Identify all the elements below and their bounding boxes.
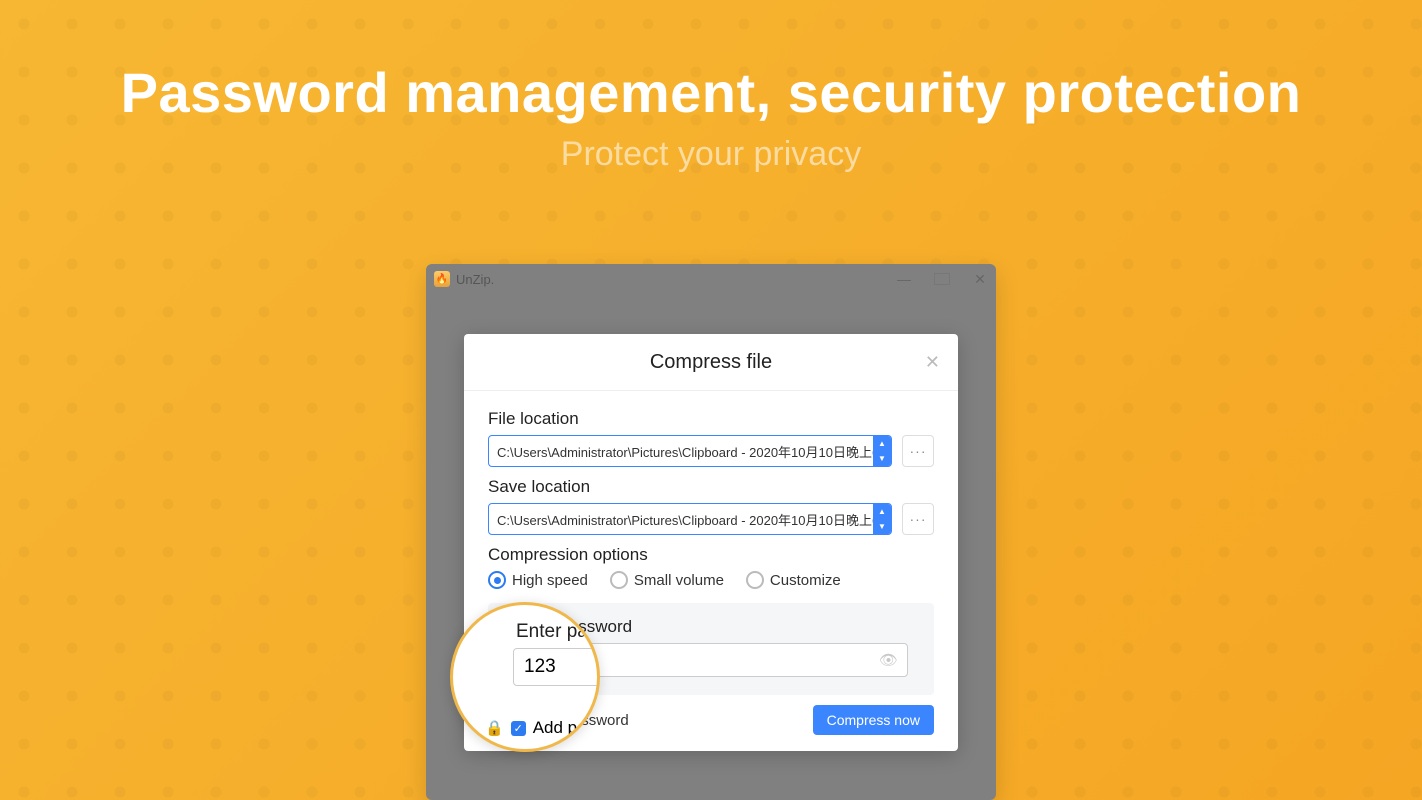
add-password-checkbox: ✓ [511, 721, 526, 736]
app-icon: 🔥 [434, 271, 450, 287]
dialog-title: Compress file [650, 351, 772, 374]
titlebar: 🔥 UnZip. — ✕ [426, 264, 996, 294]
file-location-label: File location [488, 409, 934, 429]
save-location-label: Save location [488, 477, 934, 497]
save-location-input[interactable]: C:\Users\Administrator\Pictures\Clipboar… [488, 503, 892, 535]
option-small-volume[interactable]: Small volume [610, 571, 724, 589]
option-customize-label: Customize [770, 572, 841, 589]
lock-icon: 🔒 [485, 719, 504, 737]
hero-title: Password management, security protection [0, 60, 1422, 125]
option-high-speed[interactable]: High speed [488, 571, 588, 589]
option-customize[interactable]: Customize [746, 571, 841, 589]
save-location-browse-button[interactable]: ··· [902, 503, 934, 535]
close-window-button[interactable]: ✕ [972, 271, 988, 288]
file-location-input[interactable]: C:\Users\Administrator\Pictures\Clipboar… [488, 435, 892, 467]
minimize-button[interactable]: — [896, 271, 912, 288]
eye-icon[interactable]: 👁 [879, 651, 898, 669]
hero-subtitle: Protect your privacy [0, 135, 1422, 174]
file-location-value: C:\Users\Administrator\Pictures\Clipboar… [489, 442, 873, 461]
magnifier-add-pa-label: Add pa [533, 718, 587, 738]
radio-icon [488, 571, 506, 589]
dialog-close-button[interactable]: ✕ [925, 352, 940, 373]
radio-icon [746, 571, 764, 589]
option-high-speed-label: High speed [512, 572, 588, 589]
magnifier-overlay: Enter password 123 🔒 ✓ Add pa [450, 602, 600, 752]
file-location-browse-button[interactable]: ··· [902, 435, 934, 467]
magnifier-password-label: Enter password [516, 621, 600, 643]
compression-options-label: Compression options [488, 545, 934, 565]
file-location-stepper[interactable]: ▲▼ [873, 436, 891, 466]
maximize-button[interactable] [934, 271, 950, 288]
compress-now-button[interactable]: Compress now [813, 705, 934, 735]
app-name: UnZip. [456, 272, 494, 287]
magnifier-password-input: 123 [513, 648, 600, 686]
radio-icon [610, 571, 628, 589]
option-small-volume-label: Small volume [634, 572, 724, 589]
save-location-stepper[interactable]: ▲▼ [873, 504, 891, 534]
save-location-value: C:\Users\Administrator\Pictures\Clipboar… [489, 510, 873, 529]
